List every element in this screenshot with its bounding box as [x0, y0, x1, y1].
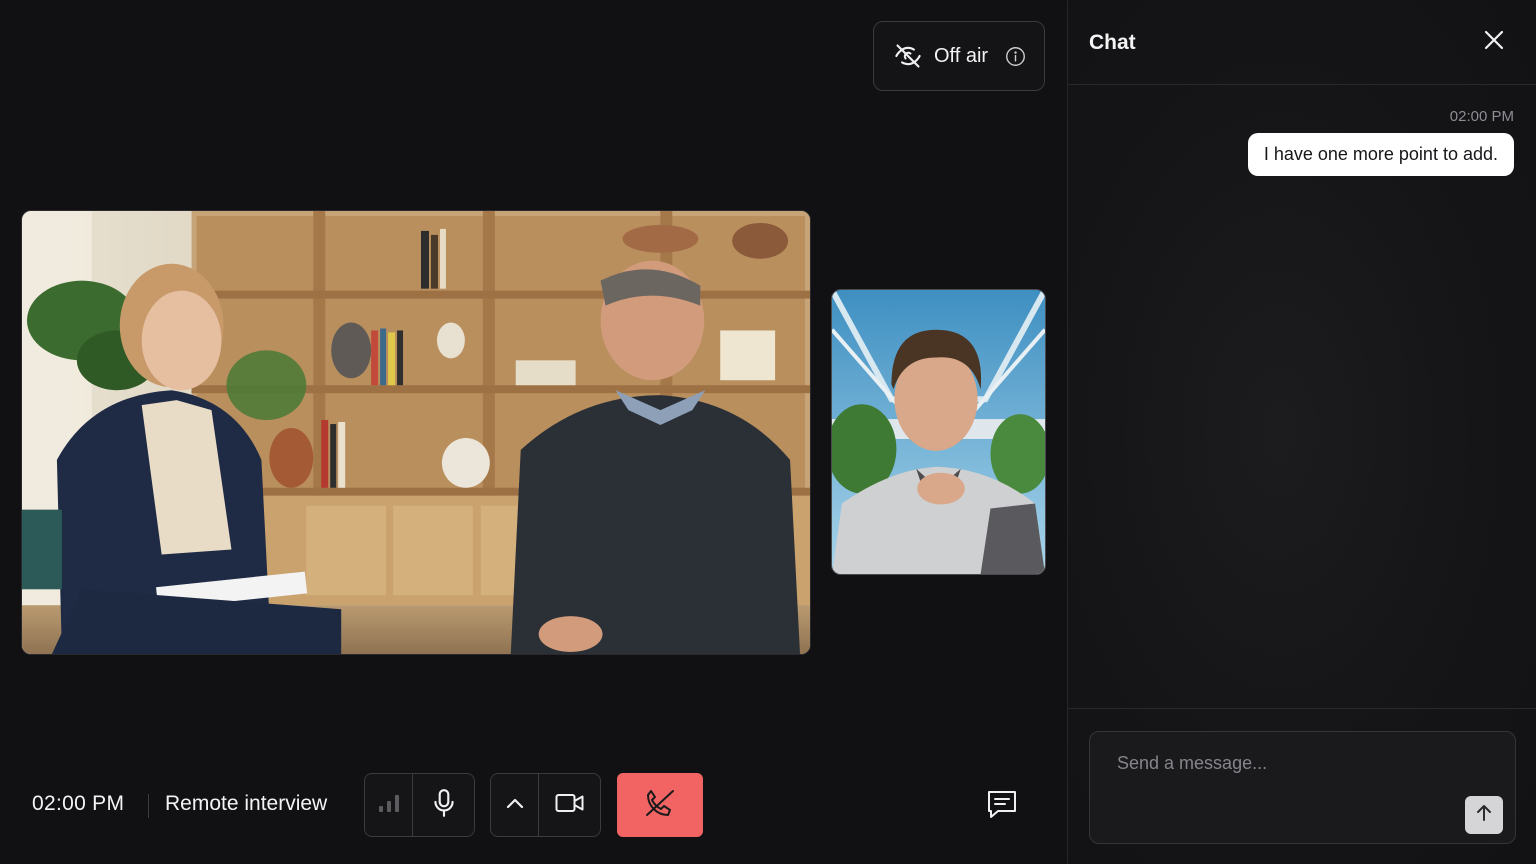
end-call-button[interactable] [617, 773, 703, 837]
message-input[interactable] [1090, 732, 1515, 843]
bottom-bar-divider [148, 794, 149, 818]
main-video-tile[interactable] [21, 210, 811, 655]
video-options-button[interactable] [491, 774, 538, 836]
info-icon[interactable] [1005, 46, 1026, 67]
self-video-tile[interactable] [831, 289, 1046, 575]
audio-controls [364, 773, 475, 837]
call-stage: Off air 02:00 PM Remote interview [0, 0, 1067, 864]
message-composer [1089, 731, 1516, 844]
interview-video-frame [22, 211, 810, 654]
phone-off-icon [643, 787, 677, 824]
signal-strength-button[interactable] [365, 774, 412, 836]
chat-message: I have one more point to add. [1247, 133, 1514, 176]
off-air-indicator[interactable]: Off air [873, 21, 1045, 91]
microphone-icon [431, 788, 457, 823]
participant-video-frame [832, 290, 1045, 574]
chat-bubble-icon [986, 789, 1018, 824]
chat-header: Chat [1068, 0, 1536, 85]
video-camera-icon [555, 792, 585, 819]
chat-panel: Chat 02:00 PM I have one more point to a… [1067, 0, 1536, 864]
chevron-up-icon [505, 796, 525, 815]
composer-area [1068, 708, 1536, 864]
arrow-up-icon [1476, 804, 1492, 827]
off-air-label: Off air [934, 44, 989, 67]
close-chat-button[interactable] [1480, 28, 1508, 56]
microphone-button[interactable] [412, 774, 474, 836]
message-timestamp: 02:00 PM [1449, 108, 1514, 125]
send-button[interactable] [1465, 796, 1503, 834]
eye-off-icon [894, 42, 922, 70]
close-icon [1484, 30, 1504, 55]
video-controls [490, 773, 601, 837]
camera-button[interactable] [538, 774, 600, 836]
signal-bars-icon [378, 793, 400, 818]
chat-title: Chat [1089, 31, 1136, 54]
chat-toggle-button[interactable] [980, 784, 1024, 828]
meeting-title: Remote interview [165, 792, 328, 815]
meeting-time: 02:00 PM [32, 792, 125, 815]
